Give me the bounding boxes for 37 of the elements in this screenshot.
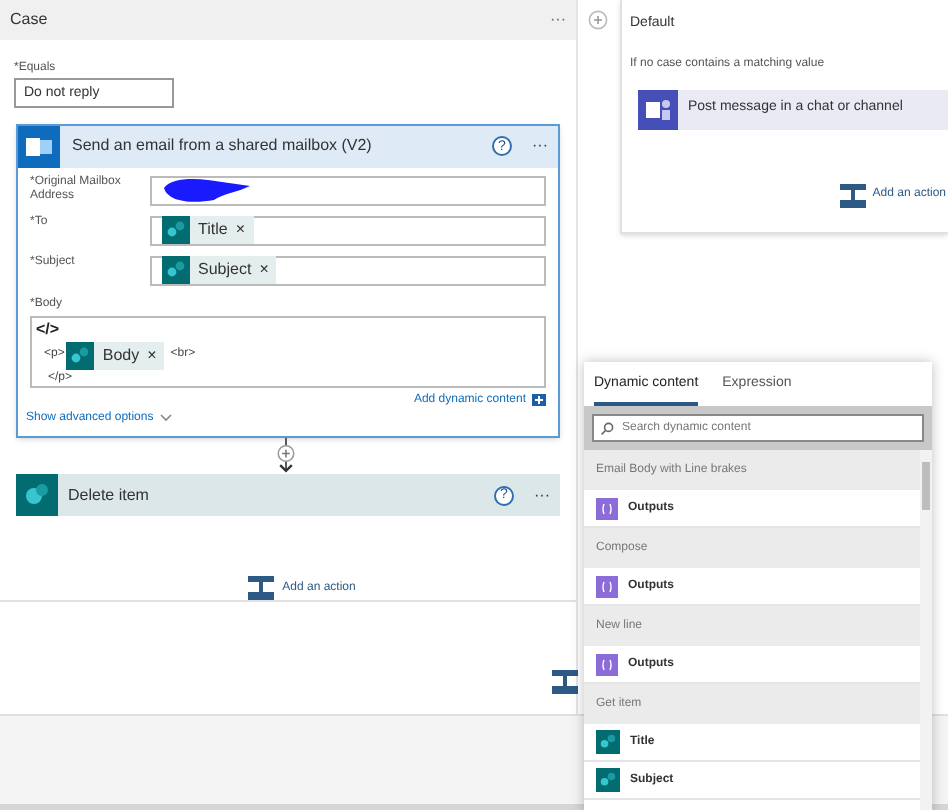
plus-icon (532, 394, 546, 407)
more-button[interactable]: ··· (532, 134, 548, 159)
remove-token-button[interactable]: × (259, 258, 269, 283)
action-title: Send an email from a shared mailbox (V2) (72, 134, 374, 159)
token-chip[interactable]: Subject × (162, 256, 277, 285)
sharepoint-icon (596, 768, 620, 792)
chevron-down-icon (159, 414, 172, 423)
token-label: Subject (198, 258, 252, 283)
sharepoint-icon (162, 216, 190, 245)
sharepoint-icon (16, 474, 58, 516)
redaction-scribble (162, 176, 252, 205)
input-field[interactable]: Title × (150, 215, 546, 246)
add-circle-icon (588, 10, 608, 30)
code-view-button[interactable]: </> (36, 317, 540, 342)
more-button[interactable]: ··· (550, 8, 566, 32)
token-label: Title (198, 218, 228, 243)
sharepoint-icon (162, 256, 190, 285)
add-action-icon (248, 576, 275, 600)
token-chip[interactable]: Title × (162, 216, 253, 245)
action-title: Delete item (68, 483, 151, 507)
input-field[interactable]: Subject × (150, 255, 546, 286)
variable-icon (596, 653, 618, 675)
sharepoint-icon (66, 341, 95, 370)
search-icon (600, 421, 614, 435)
variable-icon (596, 575, 618, 597)
add-action-icon (552, 670, 578, 694)
more-button[interactable]: ··· (534, 483, 550, 507)
variable-icon (596, 497, 618, 519)
remove-token-button[interactable]: × (147, 343, 157, 368)
case-title: Case (10, 8, 48, 32)
token-chip[interactable]: Body × (66, 341, 165, 370)
teams-icon (638, 89, 678, 129)
add-action-icon (840, 183, 867, 207)
input-field[interactable] (150, 175, 546, 206)
sharepoint-icon (596, 730, 620, 754)
remove-token-button[interactable]: × (235, 218, 245, 243)
token-label: Body (102, 343, 140, 368)
